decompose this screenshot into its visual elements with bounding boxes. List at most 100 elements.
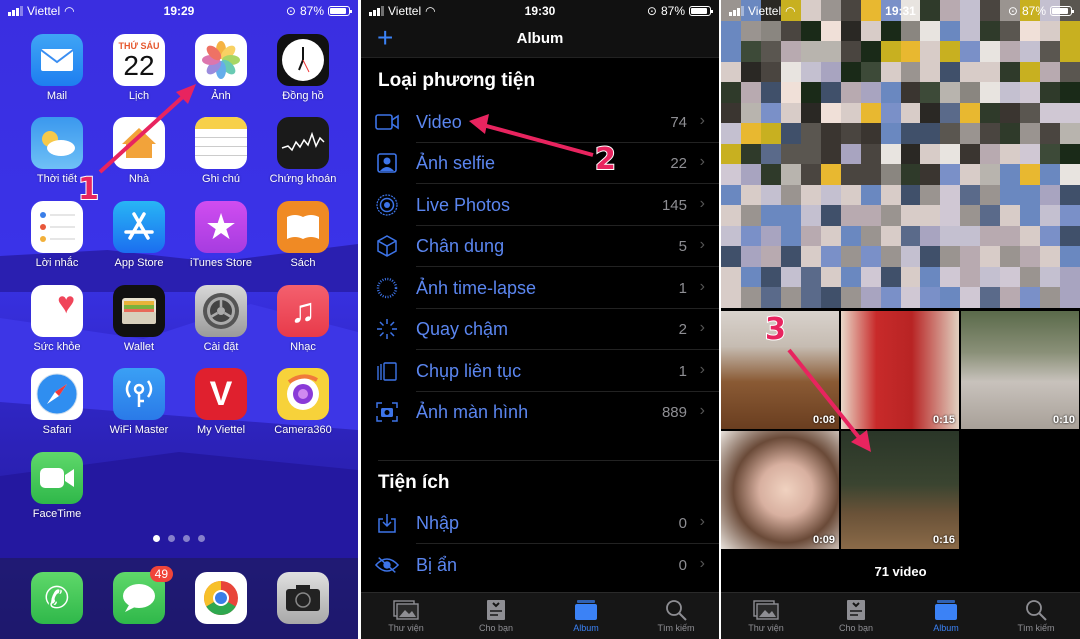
- mosaic-cell: [920, 184, 941, 206]
- mosaic-cell: [800, 102, 821, 124]
- mosaic-cell: [860, 205, 881, 226]
- app-facetime[interactable]: FaceTime: [17, 452, 97, 520]
- mosaic-cell: [1000, 20, 1021, 42]
- app-app-store[interactable]: App Store: [99, 201, 179, 269]
- app-health[interactable]: ♥ Sức khỏe: [17, 285, 97, 353]
- page-dot[interactable]: [168, 535, 175, 542]
- album-row-timelapse[interactable]: Ảnh time-lapse 1 ›: [361, 268, 719, 309]
- album-row-slow-motion[interactable]: Quay chậm 2 ›: [361, 309, 719, 350]
- tab-album[interactable]: Album: [541, 597, 631, 633]
- mosaic-cell: [900, 164, 921, 185]
- home-icon: [113, 117, 165, 169]
- dock-app-phone[interactable]: ✆: [17, 572, 97, 624]
- for-you-icon: [811, 597, 901, 623]
- album-row-burst[interactable]: Chụp liên tục 1 ›: [361, 351, 719, 392]
- video-thumbnail[interactable]: 0:09: [721, 431, 839, 549]
- tab-library[interactable]: Thư viện: [721, 597, 811, 633]
- notification-badge: 49: [149, 566, 173, 582]
- mosaic-cell: [920, 266, 941, 288]
- chevron-right-icon: ›: [699, 319, 705, 336]
- mosaic-cell: [880, 123, 901, 144]
- calendar-icon: THỨ SÁU 22: [113, 34, 165, 86]
- step-number: 3: [764, 311, 787, 348]
- slow-motion-icon: [375, 318, 399, 340]
- app-safari[interactable]: Safari: [17, 368, 97, 436]
- mosaic-cell: [1060, 123, 1080, 144]
- mosaic-cell: [1020, 61, 1041, 83]
- mail-icon: [31, 34, 83, 86]
- video-thumbnail[interactable]: 0:10: [961, 311, 1079, 429]
- app-wallet[interactable]: Wallet: [99, 285, 179, 353]
- mosaic-cell: [740, 20, 761, 42]
- mosaic-cell: [920, 205, 941, 226]
- app-photos[interactable]: Ảnh: [181, 34, 261, 102]
- album-row-live-photos[interactable]: Live Photos 145 ›: [361, 185, 719, 226]
- mosaic-cell: [960, 20, 981, 42]
- mosaic-cell: [780, 205, 801, 226]
- album-row-portrait[interactable]: Chân dung 5 ›: [361, 226, 719, 267]
- page-dot[interactable]: [153, 535, 160, 542]
- app-calendar[interactable]: THỨ SÁU 22 Lịch: [99, 34, 179, 102]
- video-icon: [375, 111, 399, 133]
- tab-search[interactable]: Tìm kiếm: [991, 597, 1080, 633]
- section-title-utilities: Tiện ích: [378, 472, 450, 493]
- tab-album[interactable]: Album: [901, 597, 991, 633]
- album-row-video[interactable]: Video 74 ›: [361, 102, 719, 143]
- tab-library[interactable]: Thư viện: [361, 597, 451, 633]
- mosaic-cell: [940, 82, 961, 103]
- app-mail[interactable]: Mail: [17, 34, 97, 102]
- page-indicator[interactable]: [0, 535, 358, 542]
- mosaic-cell: [1040, 246, 1061, 267]
- app-settings[interactable]: Cài đặt: [181, 285, 261, 353]
- mosaic-cell: [820, 266, 841, 288]
- mosaic-cell: [860, 82, 881, 103]
- mosaic-cell: [880, 266, 901, 288]
- mosaic-cell: [860, 246, 881, 267]
- mosaic-cell: [1000, 164, 1021, 185]
- music-icon: ♫: [277, 285, 329, 337]
- dock-app-camera[interactable]: [263, 572, 343, 624]
- app-itunes-store[interactable]: ★ iTunes Store: [181, 201, 261, 269]
- album-row-import[interactable]: Nhập 0 ›: [361, 503, 719, 544]
- app-notes[interactable]: Ghi chú: [181, 117, 261, 185]
- mosaic-cell: [980, 287, 1001, 308]
- app-reminders[interactable]: Lời nhắc: [17, 201, 97, 269]
- album-row-screenshots[interactable]: Ảnh màn hình 889 ›: [361, 392, 719, 433]
- tab-for-you[interactable]: Cho bạn: [811, 597, 901, 633]
- album-row-selfie[interactable]: Ảnh selfie 22 ›: [361, 143, 719, 184]
- video-thumbnail[interactable]: 0:16: [841, 431, 959, 549]
- mosaic-cell: [880, 205, 901, 226]
- app-stocks[interactable]: Chứng khoán: [263, 117, 343, 185]
- chevron-right-icon: ›: [699, 195, 705, 212]
- mosaic-cell: [721, 123, 741, 144]
- app-wifi-master[interactable]: WiFi Master: [99, 368, 179, 436]
- tab-search[interactable]: Tìm kiếm: [631, 597, 719, 633]
- mosaic-cell: [1040, 205, 1061, 226]
- mosaic-cell: [880, 61, 901, 83]
- hidden-eye-icon: [375, 554, 399, 576]
- mosaic-cell: [1060, 41, 1080, 62]
- mosaic-cell: [940, 123, 961, 144]
- mosaic-cell: [820, 184, 841, 206]
- page-dot[interactable]: [183, 535, 190, 542]
- mosaic-cell: [820, 205, 841, 226]
- mosaic-cell: [940, 20, 961, 42]
- mosaic-cell: [840, 143, 861, 165]
- battery-icon: [1050, 6, 1074, 16]
- app-my-viettel[interactable]: V My Viettel: [181, 368, 261, 436]
- mosaic-cell: [900, 82, 921, 103]
- app-clock[interactable]: Đồng hồ: [263, 34, 343, 102]
- mosaic-cell: [1000, 102, 1021, 124]
- app-home[interactable]: Nhà: [99, 117, 179, 185]
- dock-app-messages[interactable]: 49: [99, 566, 179, 624]
- mosaic-cell: [1020, 143, 1041, 165]
- page-dot[interactable]: [198, 535, 205, 542]
- mosaic-cell: [1060, 266, 1080, 288]
- tab-for-you[interactable]: Cho bạn: [451, 597, 541, 633]
- app-books[interactable]: Sách: [263, 201, 343, 269]
- video-thumbnail[interactable]: 0:15: [841, 311, 959, 429]
- app-music[interactable]: ♫ Nhạc: [263, 285, 343, 353]
- album-row-hidden[interactable]: Bị ẩn 0 ›: [361, 545, 719, 586]
- dock-app-chrome[interactable]: [181, 572, 261, 624]
- app-camera360[interactable]: Camera360: [263, 368, 343, 436]
